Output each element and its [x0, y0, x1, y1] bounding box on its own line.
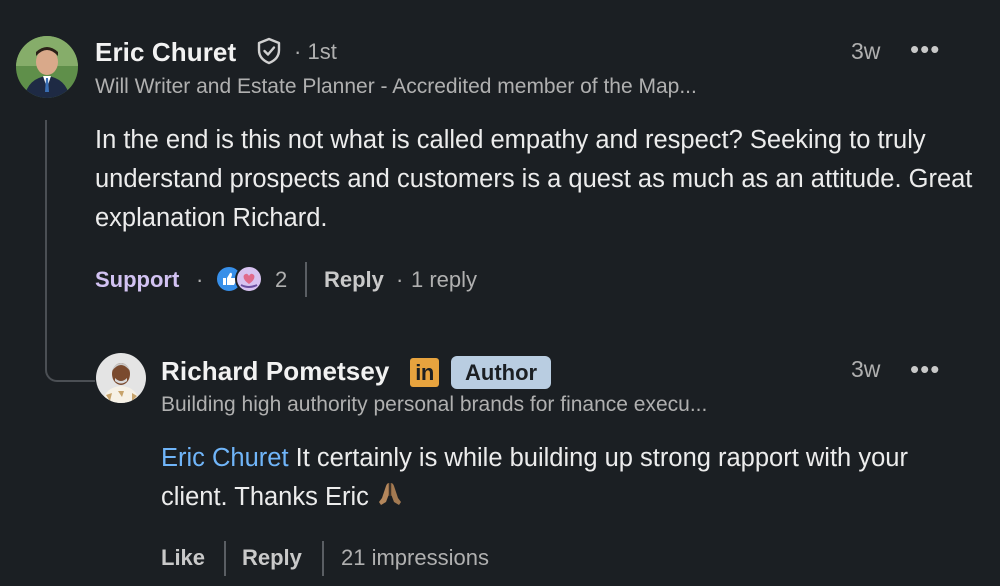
- avatar-photo: [96, 353, 146, 403]
- dot-separator: ·: [396, 267, 404, 292]
- avatar-eric-churet[interactable]: [16, 36, 78, 98]
- comment-text: In the end is this not what is called em…: [95, 126, 973, 232]
- avatar-richard-pometsey[interactable]: [96, 353, 146, 403]
- impressions-count[interactable]: 21 impressions: [341, 545, 489, 571]
- author-badge: Author: [451, 356, 552, 389]
- reply-button[interactable]: Reply: [324, 267, 384, 293]
- like-button[interactable]: Like: [161, 545, 205, 571]
- comment-time: 3w: [851, 38, 881, 64]
- support-reaction-button[interactable]: Support: [95, 267, 179, 293]
- reply-author-name[interactable]: Richard Pometsey: [161, 356, 389, 387]
- more-options-icon[interactable]: •••: [910, 356, 940, 382]
- mention-link[interactable]: Eric Churet: [161, 444, 289, 472]
- dot-separator: ·: [196, 267, 204, 292]
- replies-count-link[interactable]: 1 reply: [411, 267, 477, 293]
- thread-connector-line: [45, 120, 95, 382]
- more-options-icon[interactable]: •••: [910, 36, 940, 62]
- comment-author-name[interactable]: Eric Churet: [95, 37, 236, 68]
- dot-separator: ·: [294, 39, 308, 64]
- reply-text-block: Eric Churet It certainly is while buildi…: [161, 439, 976, 520]
- reply-time: 3w: [851, 356, 881, 382]
- folded-hands-emoji: [376, 480, 404, 520]
- degree-label: 1st: [307, 39, 337, 64]
- reaction-icons[interactable]: [214, 263, 266, 295]
- action-divider: [305, 262, 307, 297]
- linkedin-badge-icon: in: [410, 358, 439, 387]
- comment-author-headline: Will Writer and Estate Planner - Accredi…: [95, 75, 697, 98]
- connection-degree: · 1st: [294, 39, 337, 65]
- reaction-count[interactable]: 2: [275, 267, 287, 293]
- verified-shield-icon: [256, 37, 284, 67]
- reply-button[interactable]: Reply: [242, 545, 302, 571]
- reply-author-headline: Building high authority personal brands …: [161, 393, 708, 416]
- action-divider: [322, 541, 324, 576]
- avatar-photo: [16, 36, 78, 98]
- action-divider: [224, 541, 226, 576]
